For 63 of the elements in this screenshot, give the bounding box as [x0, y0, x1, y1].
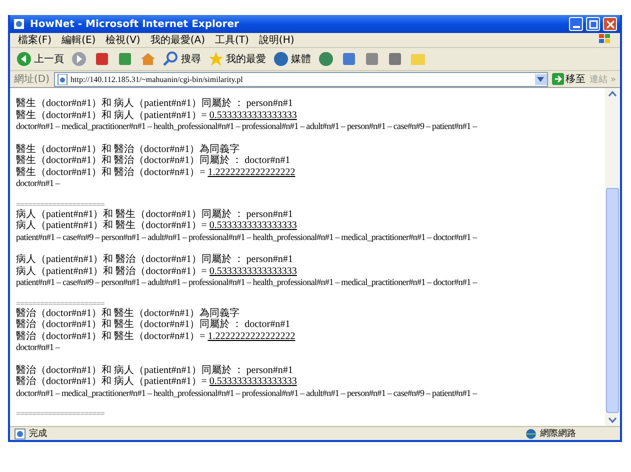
- status-text: 完成: [29, 428, 48, 440]
- menu-item[interactable]: 檔案(F): [18, 33, 52, 47]
- path-line: doctor#n#1 – medical_practitioner#n#1 – health_professional#n#1 – professional#n#1 – adult#n#1 – person#n#1 – case#n#9 – patient#n#1 –: [16, 121, 478, 132]
- search-button[interactable]: 搜尋: [161, 51, 203, 67]
- history-button[interactable]: [316, 51, 336, 67]
- minimize-button[interactable]: [569, 17, 583, 31]
- star-icon: [208, 51, 224, 67]
- similarity-line: 醫治（doctor#n#1）和 病人（patient#n#1）= 0.5333333333333333: [16, 376, 298, 388]
- page-icon: [13, 18, 25, 30]
- similarity-line: 病人（patient#n#1）和 醫生（doctor#n#1）= 0.5333333333333333: [16, 220, 298, 232]
- close-button[interactable]: [603, 17, 617, 31]
- separator-line: ======================: [16, 300, 106, 308]
- scrollbar[interactable]: [605, 88, 620, 426]
- result-line: 病人（patient#n#1）和 醫治（doctor#n#1）同屬於 ： person#n#1: [16, 254, 294, 266]
- menu-item[interactable]: 檢視(V): [106, 33, 140, 47]
- close-icon: [606, 20, 614, 28]
- page-icon: [56, 74, 68, 84]
- path-line: patient#n#1 – case#n#9 – person#n#1 – adult#n#1 – professional#n#1 – health_professional#n#1 – medical_practitioner#n#1 – doctor#n#1 –: [16, 232, 478, 243]
- similarity-line: 醫生（doctor#n#1）和 病人（patient#n#1）= 0.5333333333333333: [16, 110, 298, 121]
- zone-text: 網際網路: [540, 428, 576, 440]
- result-line: 醫生（doctor#n#1）和 病人（patient#n#1）同屬於 ： person#n#1: [16, 98, 294, 110]
- path-line: doctor#n#1 –: [16, 342, 61, 354]
- path-line: patient#n#1 – case#n#9 – person#n#1 – adult#n#1 – professional#n#1 – health_professional#n#1 – medical_practitioner#n#1 – doctor#n#1 –: [16, 277, 478, 288]
- arrow-icon: [552, 73, 564, 85]
- result-line: 醫治（doctor#n#1）和 醫生（doctor#n#1）為同義字: [16, 308, 241, 318]
- forward-button[interactable]: [69, 51, 89, 67]
- address-field[interactable]: http://140.112.185.31/~mahuanin/cgi-bin/similarity.pl: [54, 72, 548, 86]
- minimize-icon: [572, 26, 580, 28]
- separator-line: ======================: [16, 410, 106, 418]
- window-title: HowNet - Microsoft Internet Explorer: [30, 18, 240, 30]
- result-line: 醫生（doctor#n#1）和 醫治（doctor#n#1）同屬於 ： doctor#n#1: [16, 155, 292, 166]
- maximize-button[interactable]: [586, 17, 600, 31]
- forward-icon: [71, 51, 87, 67]
- dropdown-button[interactable]: [534, 74, 547, 84]
- stop-icon: [94, 51, 110, 67]
- globe-button[interactable]: 媒體: [271, 51, 313, 67]
- menu-item[interactable]: 說明(H): [258, 33, 294, 47]
- result-line: 醫生（doctor#n#1）和 醫治（doctor#n#1）為同義字: [16, 144, 241, 154]
- similarity-line: 醫生（doctor#n#1）和 醫治（doctor#n#1）= 1.2222222222222222: [16, 166, 296, 178]
- address-label: 網址(D): [14, 72, 50, 86]
- maximize-icon: [588, 20, 598, 28]
- path-line: doctor#n#1 –: [16, 178, 61, 190]
- path-line: doctor#n#1 – medical_practitioner#n#1 – health_professional#n#1 – professional#n#1 – adult#n#1 – person#n#1 – case#n#9 – patient#n#1 –: [16, 388, 478, 399]
- menu-item[interactable]: 編輯(E): [62, 33, 96, 47]
- back-button[interactable]: 上一頁: [14, 51, 66, 67]
- caret-icon: [537, 76, 544, 82]
- result-line: 病人（patient#n#1）和 醫生（doctor#n#1）同屬於 ： person#n#1: [16, 208, 294, 220]
- go-button[interactable]: 移至: [552, 72, 586, 86]
- similarity-line: 醫治（doctor#n#1）和 醫生（doctor#n#1）= 1.2222222222222222: [16, 330, 296, 342]
- separator-line: ======================: [16, 200, 106, 208]
- search-icon: [163, 51, 179, 67]
- page-icon: [14, 428, 26, 440]
- globe-icon: [273, 51, 289, 67]
- menu-item[interactable]: 工具(T): [215, 33, 249, 47]
- similarity-line: 病人（patient#n#1）和 醫治（doctor#n#1）= 0.5333333333333333: [16, 266, 298, 277]
- home-icon: [140, 51, 156, 67]
- globe-icon: [525, 428, 537, 440]
- star-button[interactable]: 我的最愛: [206, 51, 268, 67]
- folder-icon: [410, 51, 426, 67]
- menu-item[interactable]: 我的最愛(A): [150, 33, 205, 47]
- result-line: 醫治（doctor#n#1）和 病人（patient#n#1）同屬於 ： person#n#1: [16, 364, 294, 376]
- back-icon: [16, 51, 32, 67]
- result-line: 醫治（doctor#n#1）和 醫生（doctor#n#1）同屬於 ： doctor#n#1: [16, 319, 292, 330]
